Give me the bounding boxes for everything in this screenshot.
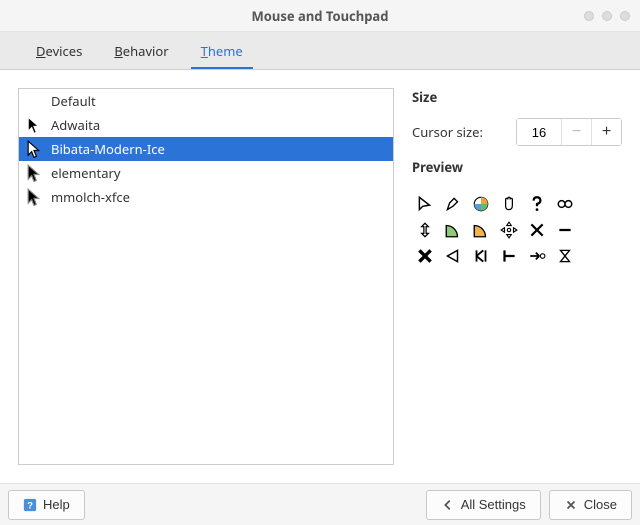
- theme-name: mmolch-xfce: [51, 188, 130, 206]
- theme-name: Adwaita: [51, 116, 100, 134]
- close-label: Close: [584, 497, 617, 512]
- theme-name: Bibata-Modern-Ice: [51, 140, 165, 158]
- cursor-triangle-icon: [440, 244, 466, 268]
- right-pane: Size Cursor size: − + Preview: [412, 88, 622, 465]
- cursor-question-icon: [524, 192, 550, 216]
- cursor-split-icon: [468, 244, 494, 268]
- footer: ? Help All Settings Close: [0, 483, 640, 525]
- cursor-spinner-icon: [468, 192, 494, 216]
- cursor-vresize-icon: [412, 218, 438, 242]
- tab-theme[interactable]: Theme: [185, 32, 259, 69]
- theme-list[interactable]: Default Adwaita Bibata-Modern-Ice elemen…: [18, 88, 394, 465]
- tab-behavior-rest: ehavior: [123, 42, 169, 60]
- cursor-pie-green-icon: [440, 218, 466, 242]
- theme-row[interactable]: Bibata-Modern-Ice: [19, 137, 393, 161]
- theme-row[interactable]: elementary: [19, 161, 393, 185]
- cursor-preview-grid: [412, 188, 622, 268]
- theme-row[interactable]: mmolch-xfce: [19, 185, 393, 209]
- cursor-icon: [27, 94, 41, 108]
- cursor-link-icon: [552, 192, 578, 216]
- cursor-x-thick-icon: [412, 244, 438, 268]
- cursor-pen-icon: [440, 192, 466, 216]
- window-title: Mouse and Touchpad: [252, 7, 389, 25]
- cursor-size-row: Cursor size: − +: [412, 118, 622, 146]
- preview-section-title: Preview: [412, 158, 622, 176]
- theme-name: elementary: [51, 164, 121, 182]
- cursor-arrow-right-icon: [524, 244, 550, 268]
- cursor-pointer-icon: [412, 192, 438, 216]
- cursor-hand-icon: [496, 192, 522, 216]
- theme-row[interactable]: Adwaita: [19, 113, 393, 137]
- cursor-size-label: Cursor size:: [412, 123, 506, 141]
- tab-bar: Devices Behavior Theme: [0, 32, 640, 70]
- cursor-size-input[interactable]: [517, 119, 561, 145]
- chevron-left-icon: [441, 498, 455, 512]
- tab-behavior[interactable]: Behavior: [98, 32, 184, 69]
- cursor-size-decrement[interactable]: −: [561, 119, 591, 145]
- tab-theme-rest: heme: [208, 42, 243, 60]
- cursor-icon: [27, 118, 41, 132]
- help-button[interactable]: ? Help: [8, 490, 85, 520]
- close-button[interactable]: Close: [549, 490, 632, 520]
- all-settings-label: All Settings: [461, 497, 526, 512]
- cursor-move-icon: [496, 218, 522, 242]
- help-icon: ?: [23, 498, 37, 512]
- tab-devices-rest: evices: [46, 42, 83, 60]
- theme-row[interactable]: Default: [19, 89, 393, 113]
- cursor-x-thin-icon: [524, 218, 550, 242]
- cursor-hourglass-icon: [552, 244, 578, 268]
- cursor-tee-icon: [496, 244, 522, 268]
- svg-text:?: ?: [27, 500, 33, 511]
- minimize-button[interactable]: [584, 11, 594, 21]
- size-section-title: Size: [412, 88, 622, 106]
- all-settings-button[interactable]: All Settings: [426, 490, 541, 520]
- window-controls: [584, 11, 630, 21]
- theme-name: Default: [51, 92, 96, 110]
- tab-devices[interactable]: Devices: [20, 32, 98, 69]
- cursor-minus-icon: [552, 218, 578, 242]
- titlebar: Mouse and Touchpad: [0, 0, 640, 32]
- cursor-pie-orange-icon: [468, 218, 494, 242]
- close-window-button[interactable]: [620, 11, 630, 21]
- content-area: Default Adwaita Bibata-Modern-Ice elemen…: [0, 70, 640, 483]
- help-label: Help: [43, 497, 70, 512]
- cursor-icon: [27, 142, 41, 156]
- maximize-button[interactable]: [602, 11, 612, 21]
- cursor-size-spinner: − +: [516, 118, 622, 146]
- close-icon: [564, 498, 578, 512]
- cursor-icon: [27, 190, 41, 204]
- cursor-size-increment[interactable]: +: [591, 119, 621, 145]
- cursor-icon: [27, 166, 41, 180]
